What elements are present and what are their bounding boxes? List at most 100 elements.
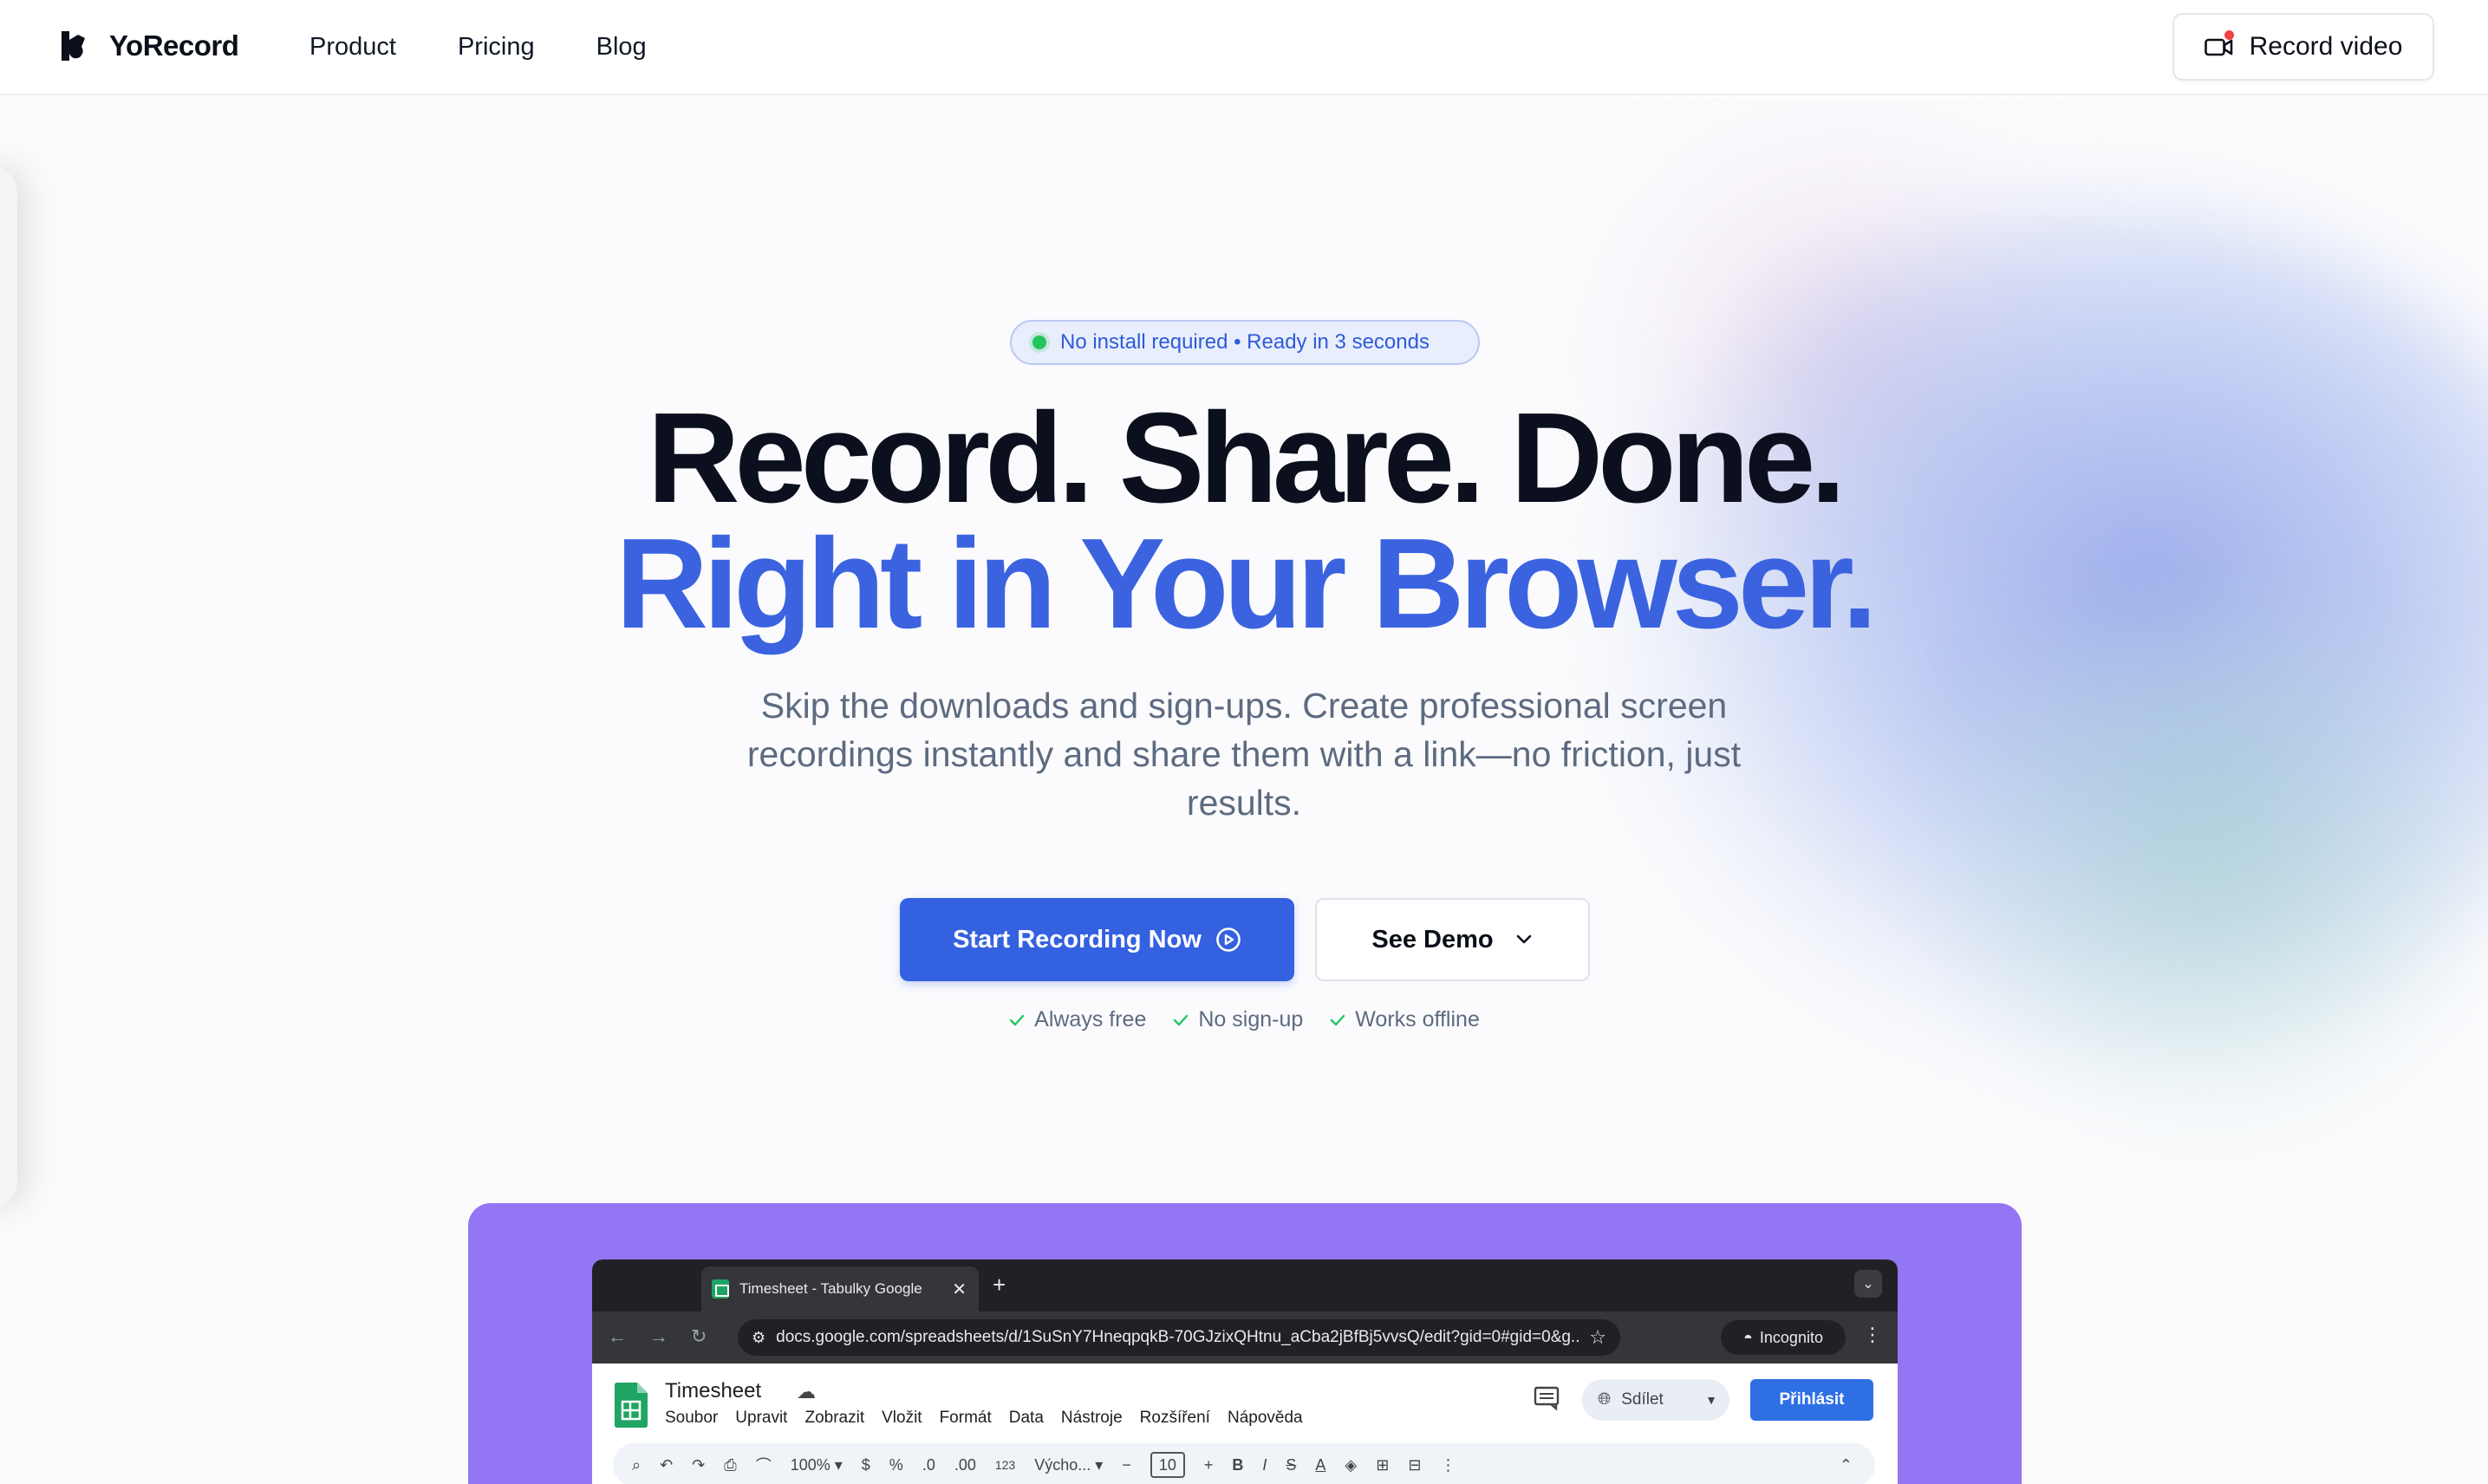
browser-menu-icon[interactable]: ⋮	[1863, 1324, 1882, 1346]
browser-tab[interactable]: Timesheet - Tabulky Google ✕	[701, 1266, 979, 1312]
checkmark-icon	[1009, 1014, 1025, 1025]
font-value: Výchо...	[1034, 1455, 1091, 1474]
hero-subtitle: Skip the downloads and sign-ups. Create …	[746, 686, 1742, 823]
reload-icon[interactable]: ↻	[691, 1325, 707, 1348]
demo-browser-window: Timesheet - Tabulky Google ✕ + ⌄ ← → ↻ ⚙…	[592, 1259, 1898, 1484]
play-circle-icon	[1216, 928, 1241, 952]
search-icon[interactable]: ⌕	[632, 1456, 641, 1474]
sign-in-button[interactable]: Přihlásit	[1750, 1379, 1873, 1421]
menu-file[interactable]: Soubor	[665, 1409, 718, 1428]
benefit-item: Works offline	[1329, 1007, 1480, 1032]
nav-blog[interactable]: Blog	[596, 29, 647, 64]
menu-help[interactable]: Nápověda	[1228, 1409, 1303, 1428]
brand-name: YoRecord	[109, 29, 239, 62]
main-nav: Product Pricing Blog	[309, 29, 708, 64]
incognito-badge[interactable]: ◓ Incognito	[1721, 1320, 1846, 1355]
percent-format-button[interactable]: %	[889, 1456, 903, 1474]
browser-tab-bar: Timesheet - Tabulky Google ✕ + ⌄	[592, 1259, 1898, 1312]
share-button[interactable]: 🌐︎ Sdílet ▼	[1582, 1379, 1729, 1421]
sheets-header: Timesheet ☁ Soubor Upravit Zobrazit Vlož…	[592, 1364, 1898, 1442]
forward-arrow-icon[interactable]: →	[649, 1325, 668, 1348]
new-tab-icon[interactable]: +	[993, 1272, 1006, 1298]
sheets-menu-bar: Soubor Upravit Zobrazit Vložit Formát Da…	[665, 1409, 1303, 1428]
font-size-input[interactable]: 10	[1150, 1452, 1185, 1478]
browser-url-bar: ← → ↻ ⚙ docs.google.com/spreadsheets/d/1…	[592, 1312, 1898, 1364]
record-video-label: Record video	[2249, 32, 2403, 61]
font-size-increase-icon[interactable]: +	[1204, 1456, 1214, 1474]
brand-logo-icon	[62, 31, 85, 61]
merge-cells-icon[interactable]: ⊟	[1408, 1456, 1421, 1474]
undo-icon[interactable]: ↶	[660, 1456, 673, 1474]
comment-icon[interactable]	[1534, 1386, 1560, 1410]
menu-tools[interactable]: Nástroje	[1061, 1409, 1123, 1428]
incognito-label: Incognito	[1759, 1328, 1823, 1346]
borders-icon[interactable]: ⊞	[1376, 1456, 1389, 1474]
benefit-item: No sign-up	[1172, 1007, 1303, 1032]
zoom-value: 100%	[790, 1455, 830, 1474]
start-recording-label: Start Recording Now	[953, 925, 1202, 954]
sheets-toolbar: ⌕ ↶ ↷ ⎙ ⌒ 100% ▾ $ % .0 .00 123 Výchо...…	[613, 1443, 1875, 1484]
decrease-decimal-button[interactable]: .0	[922, 1456, 935, 1474]
google-sheets-logo-icon	[615, 1383, 648, 1428]
nav-product[interactable]: Product	[309, 29, 396, 64]
number-format-button[interactable]: 123	[995, 1458, 1015, 1472]
back-arrow-icon[interactable]: ←	[608, 1325, 627, 1348]
tab-search-chevron-icon[interactable]: ⌄	[1854, 1270, 1882, 1298]
font-size-decrease-icon[interactable]: −	[1122, 1456, 1131, 1474]
italic-icon[interactable]: I	[1262, 1456, 1267, 1474]
menu-view[interactable]: Zobrazit	[804, 1409, 864, 1428]
status-dot-icon	[1032, 335, 1046, 349]
text-color-icon[interactable]: A	[1315, 1456, 1325, 1474]
fill-color-icon[interactable]: ◈	[1345, 1456, 1357, 1474]
checkmark-icon	[1174, 1014, 1189, 1025]
strikethrough-icon[interactable]: S	[1286, 1456, 1296, 1474]
bold-icon[interactable]: B	[1232, 1456, 1243, 1474]
incognito-icon: ◓	[1743, 1328, 1753, 1346]
paint-format-icon[interactable]: ⌒	[756, 1454, 772, 1476]
more-options-icon[interactable]: ⋮	[1440, 1456, 1456, 1474]
menu-insert[interactable]: Vložit	[882, 1409, 922, 1428]
print-icon[interactable]: ⎙	[724, 1456, 736, 1474]
benefit-list: Always free No sign-up Works offline	[0, 1007, 2488, 1032]
close-tab-icon[interactable]: ✕	[952, 1279, 967, 1300]
currency-format-button[interactable]: $	[862, 1456, 870, 1474]
nav-pricing[interactable]: Pricing	[458, 29, 535, 64]
redo-icon[interactable]: ↷	[692, 1456, 705, 1474]
browser-nav-icons: ← → ↻	[608, 1325, 707, 1348]
address-url: docs.google.com/spreadsheets/d/1SuSnY7Hn…	[776, 1328, 1579, 1346]
address-bar[interactable]: ⚙ docs.google.com/spreadsheets/d/1SuSnY7…	[738, 1319, 1620, 1356]
globe-icon: 🌐︎	[1598, 1390, 1612, 1409]
benefit-label: No sign-up	[1198, 1007, 1304, 1032]
document-title[interactable]: Timesheet	[665, 1379, 761, 1403]
headline-secondary: Right in Your Browser.	[615, 512, 1878, 655]
bookmark-star-icon[interactable]: ☆	[1589, 1326, 1606, 1349]
video-camera-icon	[2204, 30, 2234, 58]
cloud-status-icon: ☁	[797, 1381, 816, 1403]
see-demo-label: See Demo	[1371, 925, 1494, 954]
brand[interactable]: YoRecord	[59, 29, 239, 62]
sheets-favicon-icon	[712, 1279, 729, 1298]
site-header: YoRecord Product Pricing Blog Record vid…	[0, 0, 2488, 95]
status-pill-text: No install required • Ready in 3 seconds	[1060, 330, 1430, 354]
see-demo-button[interactable]: See Demo	[1315, 898, 1590, 981]
increase-decimal-button[interactable]: .00	[954, 1456, 976, 1474]
menu-extensions[interactable]: Rozšíření	[1140, 1409, 1210, 1428]
share-label: Sdílet	[1621, 1390, 1664, 1409]
chevron-down-icon	[1516, 934, 1531, 944]
share-caret-icon[interactable]: ▼	[1705, 1393, 1717, 1407]
record-video-button[interactable]: Record video	[2172, 13, 2434, 81]
site-info-icon[interactable]: ⚙	[752, 1329, 765, 1347]
benefit-item: Always free	[1008, 1007, 1146, 1032]
benefit-label: Always free	[1034, 1007, 1147, 1032]
headline-primary: Record. Share. Done.	[647, 387, 1846, 530]
menu-format[interactable]: Formát	[940, 1409, 992, 1428]
tab-title: Timesheet - Tabulky Google	[739, 1280, 922, 1297]
zoom-select[interactable]: 100% ▾	[791, 1456, 843, 1474]
font-select[interactable]: Výchо... ▾	[1034, 1456, 1103, 1474]
benefit-label: Works offline	[1355, 1007, 1480, 1032]
status-pill: No install required • Ready in 3 seconds	[1010, 320, 1480, 365]
start-recording-button[interactable]: Start Recording Now	[900, 898, 1294, 981]
collapse-toolbar-icon[interactable]: ⌃	[1840, 1456, 1853, 1474]
menu-edit[interactable]: Upravit	[735, 1409, 787, 1428]
menu-data[interactable]: Data	[1009, 1409, 1044, 1428]
